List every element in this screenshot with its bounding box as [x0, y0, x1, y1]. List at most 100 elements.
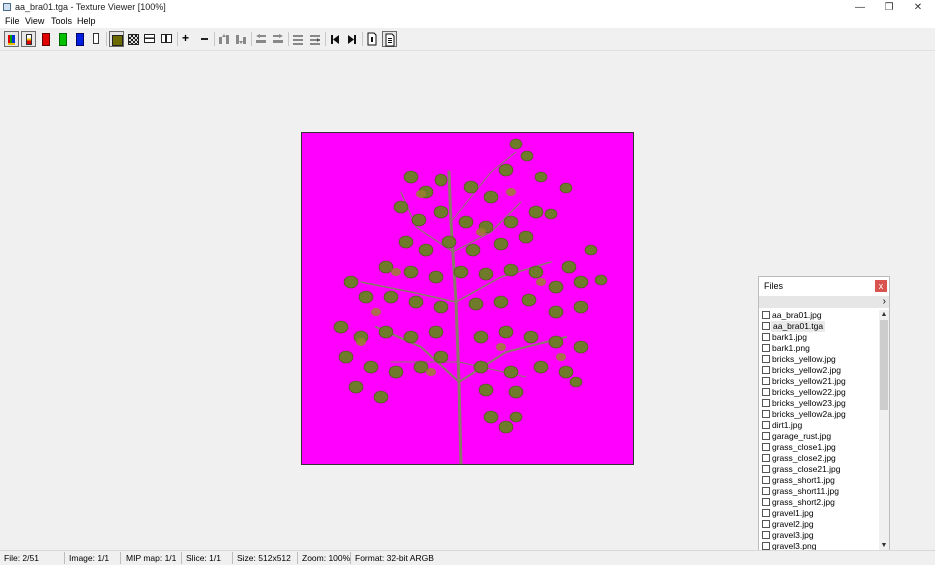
file-checkbox[interactable] — [762, 531, 770, 539]
file-checkbox[interactable] — [762, 399, 770, 407]
file-next-button[interactable] — [308, 31, 323, 47]
file-list-item[interactable]: bark1.jpg — [762, 332, 878, 343]
file-list-item[interactable]: bricks_yellow2.jpg — [762, 365, 878, 376]
mip-down-button[interactable] — [234, 31, 249, 47]
file-name: bark1.jpg — [772, 332, 807, 342]
file-list-item[interactable]: gravel2.jpg — [762, 519, 878, 530]
file-list-item[interactable]: bricks_yellow23.jpg — [762, 398, 878, 409]
file-list-scrollbar[interactable]: ▲ ▼ — [879, 310, 889, 550]
close-window-button[interactable]: ✕ — [903, 0, 933, 15]
file-checkbox[interactable] — [762, 542, 770, 550]
file-list-item[interactable]: bricks_yellow21.jpg — [762, 376, 878, 387]
file-checkbox[interactable] — [762, 377, 770, 385]
file-list-item[interactable]: grass_short1.jpg — [762, 475, 878, 486]
status-separator — [297, 552, 298, 564]
skip-last-icon — [348, 35, 356, 44]
checker-background-button[interactable] — [126, 31, 141, 47]
file-name: grass_close21.jpg — [772, 464, 841, 474]
status-image: Image: 1/1 — [69, 553, 110, 563]
file-checkbox[interactable] — [762, 410, 770, 418]
scroll-down-icon[interactable]: ▼ — [879, 541, 889, 550]
white-channel-button[interactable] — [89, 31, 104, 47]
files-panel-title: Files — [764, 281, 784, 291]
rgb-channels-button[interactable] — [4, 31, 19, 47]
file-list-item[interactable]: gravel1.jpg — [762, 508, 878, 519]
file-list-item[interactable]: grass_close2.jpg — [762, 453, 878, 464]
minimize-button[interactable]: — — [845, 0, 875, 15]
last-file-button[interactable] — [345, 31, 360, 47]
file-checkbox[interactable] — [762, 498, 770, 506]
slice-prev-button[interactable] — [254, 31, 269, 47]
first-file-button[interactable] — [328, 31, 343, 47]
file-name: grass_short2.jpg — [772, 497, 835, 507]
file-list-item[interactable]: bark1.png — [762, 343, 878, 354]
file-list-item[interactable]: bricks_yellow2a.jpg — [762, 409, 878, 420]
file-list-item[interactable]: aa_bra01.jpg — [762, 310, 878, 321]
texture-image[interactable] — [301, 132, 634, 465]
file-name: gravel3.jpg — [772, 530, 814, 540]
file-checkbox[interactable] — [762, 355, 770, 363]
alpha-channel-button[interactable] — [21, 31, 36, 47]
mip-up-button[interactable] — [217, 31, 232, 47]
tile-vertical-button[interactable] — [160, 31, 175, 47]
file-name: gravel3.png — [772, 541, 817, 550]
file-checkbox[interactable] — [762, 344, 770, 352]
restore-button[interactable]: ❐ — [874, 0, 904, 15]
file-checkbox[interactable] — [762, 509, 770, 517]
file-list-item[interactable]: grass_short11.jpg — [762, 486, 878, 497]
file-checkbox[interactable] — [762, 465, 770, 473]
file-name: bricks_yellow.jpg — [772, 354, 836, 364]
file-checkbox[interactable] — [762, 487, 770, 495]
file-checkbox[interactable] — [762, 366, 770, 374]
file-checkbox[interactable] — [762, 333, 770, 341]
file-checkbox[interactable] — [762, 421, 770, 429]
status-separator — [120, 552, 121, 564]
menu-view[interactable]: View — [25, 16, 44, 26]
file-checkbox[interactable] — [762, 322, 770, 330]
scroll-up-icon[interactable]: ▲ — [879, 310, 889, 319]
red-channel-button[interactable] — [38, 31, 53, 47]
mip-down-icon — [236, 35, 246, 44]
file-checkbox[interactable] — [762, 476, 770, 484]
file-list-item[interactable]: grass_close21.jpg — [762, 464, 878, 475]
file-name: bricks_yellow2.jpg — [772, 365, 841, 375]
file-checkbox[interactable] — [762, 311, 770, 319]
zoom-out-button[interactable] — [197, 31, 212, 47]
files-panel-header: Files x — [759, 277, 889, 295]
file-checkbox[interactable] — [762, 432, 770, 440]
file-list-item[interactable]: garage_rust.jpg — [762, 431, 878, 442]
file-list-item[interactable]: grass_close1.jpg — [762, 442, 878, 453]
green-channel-button[interactable] — [55, 31, 70, 47]
file-name: aa_bra01.jpg — [772, 310, 822, 320]
file-info-button[interactable] — [365, 31, 380, 47]
file-prev-button[interactable] — [291, 31, 306, 47]
file-list-item[interactable]: aa_bra01.tga — [762, 321, 878, 332]
file-name: dirt1.jpg — [772, 420, 803, 430]
file-list-button[interactable] — [382, 31, 397, 47]
menu-file[interactable]: File — [5, 16, 20, 26]
file-checkbox[interactable] — [762, 388, 770, 396]
toolbar-separator — [106, 32, 107, 46]
file-list-item[interactable]: bricks_yellow.jpg — [762, 354, 878, 365]
file-list-item[interactable]: dirt1.jpg — [762, 420, 878, 431]
file-list-item[interactable]: grass_short2.jpg — [762, 497, 878, 508]
chevron-right-icon[interactable]: › — [883, 296, 886, 308]
file-list-item[interactable]: gravel3.png — [762, 541, 878, 550]
file-checkbox[interactable] — [762, 454, 770, 462]
tile-horizontal-button[interactable] — [143, 31, 158, 47]
tile-v-icon — [161, 34, 172, 43]
background-color-button[interactable] — [109, 31, 124, 47]
menu-tools[interactable]: Tools — [51, 16, 72, 26]
file-checkbox[interactable] — [762, 443, 770, 451]
file-name: garage_rust.jpg — [772, 431, 832, 441]
slice-next-button[interactable] — [271, 31, 286, 47]
scroll-thumb[interactable] — [880, 320, 888, 410]
file-list-item[interactable]: gravel3.jpg — [762, 530, 878, 541]
file-checkbox[interactable] — [762, 520, 770, 528]
file-name: grass_close1.jpg — [772, 442, 836, 452]
zoom-in-button[interactable]: + — [180, 31, 195, 47]
file-list-item[interactable]: bricks_yellow22.jpg — [762, 387, 878, 398]
menu-help[interactable]: Help — [77, 16, 96, 26]
files-panel-close-button[interactable]: x — [875, 280, 887, 292]
blue-channel-button[interactable] — [72, 31, 87, 47]
